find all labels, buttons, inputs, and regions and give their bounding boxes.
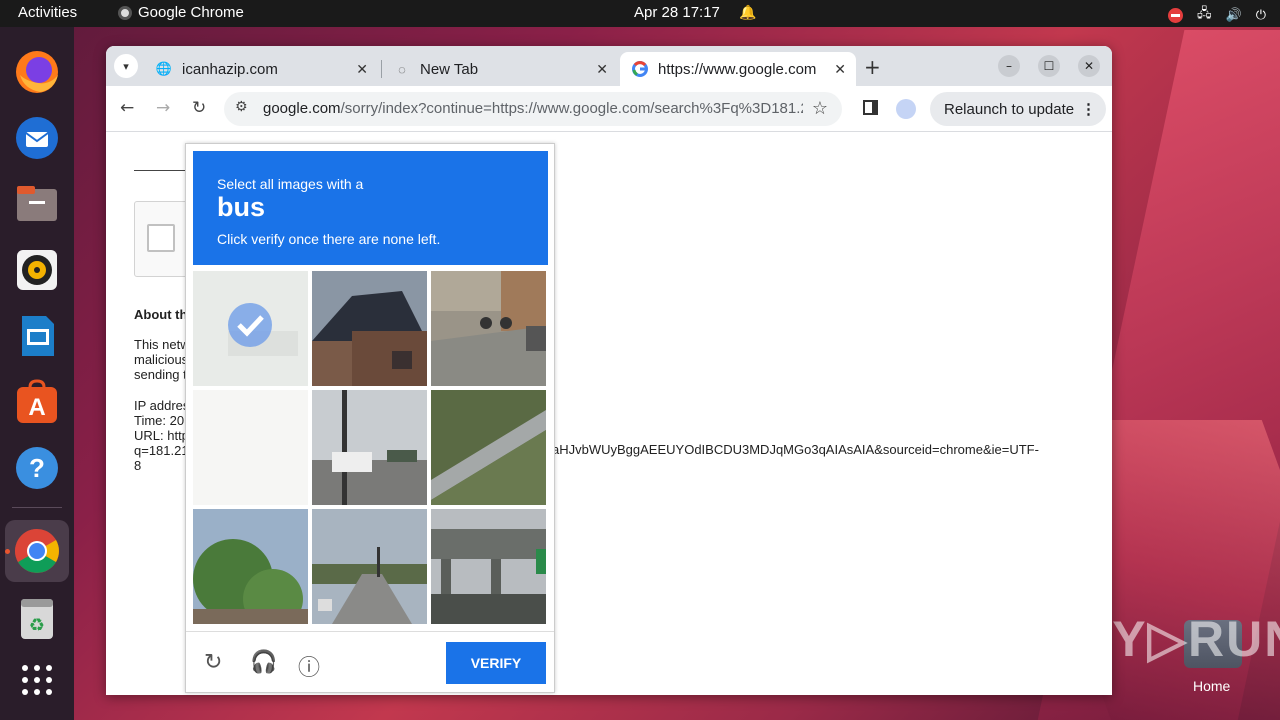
dock-running-indicator [5,549,10,554]
captcha-tile[interactable] [431,390,546,505]
google-icon [632,61,648,77]
relaunch-label: Relaunch to update [944,100,1075,118]
captcha-challenge: Select all images with a bus Click verif… [185,143,555,693]
back-icon[interactable]: ← [120,98,134,118]
clock[interactable]: Apr 28 17:17 [634,4,720,21]
captcha-tile[interactable] [193,509,308,624]
captcha-instruction: Select all images with a [217,176,364,192]
system-tray[interactable]: 🖧 🔊 ⏻ [1168,4,1266,26]
tab-strip: ▾ 🌐 icanhazip.com ✕ ◌ New Tab ✕ https://… [106,46,1112,86]
url-text[interactable]: google.com/sorry/index?continue=https://… [263,100,803,117]
tab-title: https://www.google.com [658,60,817,78]
thunderbird-icon[interactable] [12,113,62,163]
tab-icanhazip[interactable]: 🌐 icanhazip.com ✕ [144,52,378,86]
toolbar: ← → ↻ ⚙ google.com/sorry/index?continue=… [106,86,1112,132]
info-icon[interactable]: ⓘ [298,650,320,682]
bookmark-star-icon[interactable]: ☆ [812,98,828,119]
chrome-small-icon [118,5,132,20]
captcha-subinstruction: Click verify once there are none left. [217,231,441,247]
files-icon[interactable] [12,179,62,229]
power-icon: ⏻ [1255,7,1266,22]
recaptcha-checkbox[interactable] [147,224,175,252]
minimize-button[interactable]: – [998,55,1020,77]
tab-title: icanhazip.com [182,60,278,78]
show-apps-grid-icon[interactable] [12,655,62,705]
close-window-button[interactable]: ✕ [1078,55,1100,77]
menu-icon[interactable]: ⋮ [1081,100,1096,118]
do-not-disturb-icon [1168,7,1184,23]
maximize-button[interactable]: ☐ [1038,55,1060,77]
trash-icon[interactable]: ♻ [12,593,62,643]
app-center-icon[interactable]: A [12,377,62,427]
audio-challenge-icon[interactable]: 🎧 [250,650,277,675]
app-menu[interactable]: Google Chrome [118,4,244,21]
captcha-tile[interactable] [312,271,427,386]
close-tab-icon[interactable]: ✕ [596,61,608,78]
home-label: Home [1193,678,1231,694]
profile-avatar[interactable] [896,99,916,119]
captcha-tile-faded[interactable] [193,390,308,505]
captcha-tile[interactable] [312,390,427,505]
svg-text:?: ? [29,453,45,483]
tab-search-button[interactable]: ▾ [114,54,138,78]
captcha-tile-selected[interactable] [193,271,308,386]
url-continuation: aHJvbWUyBggAEEUYOdIBCDU3MDJqMGo3qAIAsAIA… [552,442,1039,457]
tab-google-active[interactable]: https://www.google.com ✕ [620,52,856,86]
volume-icon: 🔊 [1225,7,1242,22]
help-icon[interactable]: ? [12,443,62,493]
site-info-icon[interactable]: ⚙ [235,99,248,115]
side-panel-icon[interactable] [863,100,878,115]
network-icon: 🖧 [1197,5,1212,20]
tab-new-tab[interactable]: ◌ New Tab ✕ [382,52,618,86]
top-bar: Activities Google Chrome Apr 28 17:17 🔔 … [0,0,1280,27]
close-tab-icon[interactable]: ✕ [356,61,368,78]
forward-icon[interactable]: → [156,98,170,118]
activities-button[interactable]: Activities [18,4,77,21]
captcha-header: Select all images with a bus Click verif… [193,151,548,265]
dock-separator [12,507,62,508]
reload-icon[interactable]: ↻ [192,98,206,118]
reload-challenge-icon[interactable]: ↻ [204,650,222,675]
captcha-target: bus [217,192,266,222]
explanation-text: This netw malicious sending t [134,337,190,382]
captcha-tile[interactable] [431,509,546,624]
captcha-tile[interactable] [431,271,546,386]
verify-button[interactable]: VERIFY [446,642,546,684]
chrome-icon[interactable] [12,526,62,576]
loading-icon: ◌ [398,61,406,77]
address-bar[interactable]: ⚙ google.com/sorry/index?continue=https:… [224,92,842,126]
rhythmbox-icon[interactable] [12,245,62,295]
new-tab-button[interactable]: + [864,55,881,79]
notification-bell-icon: 🔔 [739,4,757,20]
svg-text:A: A [28,394,45,421]
relaunch-button[interactable]: Relaunch to update ⋮ [930,92,1106,126]
request-details: IP addres Time: 20 URL: http q=181.21 8 [134,398,190,473]
about-heading: About th [134,307,188,322]
firefox-icon[interactable] [12,47,62,97]
libreoffice-impress-icon[interactable] [12,311,62,361]
close-tab-icon[interactable]: ✕ [834,61,846,78]
captcha-footer: ↻ 🎧 ⓘ VERIFY [186,631,554,692]
svg-text:♻: ♻ [29,615,45,636]
globe-icon: 🌐 [155,61,173,76]
app-name: Google Chrome [138,4,244,21]
captcha-tile[interactable] [312,509,427,624]
tab-title: New Tab [420,60,479,78]
dock: A ? ♻ [0,27,74,720]
